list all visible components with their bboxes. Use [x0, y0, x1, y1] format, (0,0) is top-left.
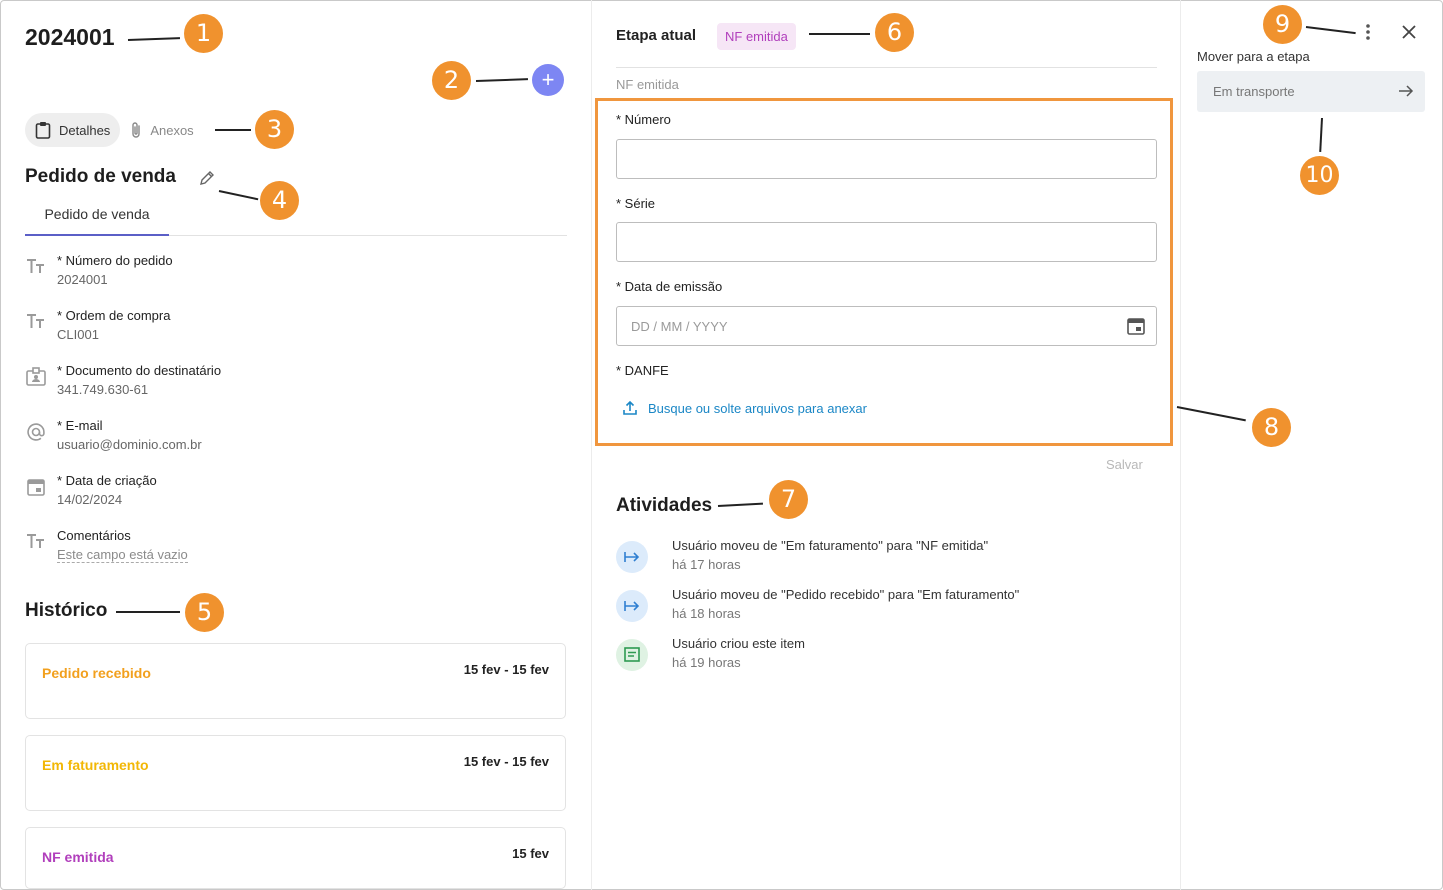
id-card-icon [26, 367, 46, 386]
annotation-badge: 7 [769, 480, 808, 519]
history-stage-name: NF emitida [42, 849, 114, 865]
field-label: * Data de criação [57, 473, 157, 488]
serie-label: * Série [616, 196, 656, 211]
field-documento-destinatario: * Documento do destinatário 341.749.630-… [25, 363, 565, 411]
at-sign-icon [27, 423, 45, 441]
activity-item: Usuário criou este item há 19 horas [616, 636, 1161, 676]
field-empty-value[interactable]: Este campo está vazio [57, 547, 188, 563]
history-stage-dates: 15 fev - 15 fev [463, 754, 549, 769]
field-value: 341.749.630-61 [57, 382, 149, 397]
numero-field[interactable] [616, 139, 1157, 179]
field-data-criacao: * Data de criação 14/02/2024 [25, 473, 565, 521]
field-label: * Documento do destinatário [57, 363, 222, 378]
annotation-badge: 10 [1300, 156, 1339, 195]
upload-text: Busque ou solte arquivos para anexar [648, 400, 867, 416]
upload-dropzone[interactable]: Busque ou solte arquivos para anexar [622, 400, 867, 416]
data-emissao-field[interactable]: DD / MM / YYYY [616, 306, 1157, 346]
detail-tabs: Detalhes Anexos [25, 113, 204, 147]
field-value: 2024001 [57, 272, 108, 287]
field-label: Comentários [57, 528, 131, 543]
clipboard-icon [35, 121, 51, 139]
activity-time: há 19 horas [672, 655, 741, 670]
calendar-icon [27, 479, 45, 496]
history-stage-name: Pedido recebido [42, 665, 151, 681]
tab-anexos-label: Anexos [150, 122, 194, 138]
add-button[interactable]: + [532, 64, 564, 96]
move-arrow-icon [616, 590, 648, 622]
annotation-badge: 1 [184, 14, 223, 53]
history-card[interactable]: Em faturamento 15 fev - 15 fev [25, 735, 566, 811]
annotation-badge: 3 [255, 110, 294, 149]
history-stage-name: Em faturamento [42, 757, 149, 773]
pencil-icon[interactable] [198, 169, 216, 187]
field-comentarios[interactable]: Comentários Este campo está vazio [25, 528, 565, 576]
text-type-icon [27, 314, 44, 328]
annotation-pointer [215, 129, 251, 131]
annotation-badge: 4 [260, 181, 299, 220]
annotation-badge: 2 [432, 61, 471, 100]
text-type-icon [27, 534, 44, 548]
annotation-pointer [809, 33, 870, 35]
tab-anexos[interactable]: Anexos [126, 113, 203, 147]
data-emissao-label: * Data de emissão [616, 279, 723, 294]
annotation-pointer [116, 611, 180, 613]
field-ordem-compra: * Ordem de compra CLI001 [25, 308, 565, 356]
activities-title: Atividades [616, 495, 713, 516]
move-panel [1180, 0, 1443, 890]
stage-panel: Etapa atual NF emitida NF emitida * Núme… [591, 0, 1181, 890]
activity-text: Usuário moveu de "Em faturamento" para "… [672, 538, 989, 553]
history-stage-dates: 15 fev [512, 846, 549, 861]
more-vertical-icon[interactable] [1359, 22, 1377, 42]
subtab-pedido-de-venda[interactable]: Pedido de venda [25, 198, 169, 236]
field-email: * E-mail usuario@dominio.com.br [25, 418, 565, 466]
history-stage-dates: 15 fev - 15 fev [463, 662, 549, 677]
note-icon [616, 639, 648, 671]
section-title: Pedido de venda [25, 166, 176, 187]
activity-item: Usuário moveu de "Pedido recebido" para … [616, 587, 1161, 627]
activity-text: Usuário moveu de "Pedido recebido" para … [672, 587, 1020, 602]
text-type-icon [27, 259, 44, 273]
field-label: * Número do pedido [57, 253, 173, 268]
danfe-label: * DANFE [616, 363, 669, 378]
field-value: 14/02/2024 [57, 492, 123, 507]
move-stage-select[interactable]: Em transporte [1197, 71, 1425, 112]
activity-item: Usuário moveu de "Em faturamento" para "… [616, 538, 1161, 578]
tab-detalhes[interactable]: Detalhes [25, 113, 121, 147]
annotation-badge: 6 [875, 13, 914, 52]
numero-label: * Número [616, 112, 671, 127]
annotation-badge: 9 [1263, 5, 1302, 44]
move-stage-value: Em transporte [1213, 84, 1295, 99]
field-numero-pedido: * Número do pedido 2024001 [25, 253, 565, 301]
serie-field[interactable] [616, 222, 1157, 262]
activity-time: há 18 horas [672, 606, 741, 621]
current-stage-label: Etapa atual [616, 27, 697, 44]
upload-icon [623, 400, 637, 415]
activity-text: Usuário criou este item [672, 636, 805, 651]
field-value: CLI001 [57, 327, 99, 342]
divider [616, 67, 1157, 68]
close-icon[interactable] [1399, 22, 1419, 42]
paperclip-icon [130, 121, 142, 139]
history-card[interactable]: Pedido recebido 15 fev - 15 fev [25, 643, 566, 719]
date-placeholder: DD / MM / YYYY [631, 319, 728, 334]
item-id-title: 2024001 [25, 24, 115, 50]
annotation-badge: 5 [185, 593, 224, 632]
move-arrow-icon [616, 541, 648, 573]
field-label: * E-mail [57, 418, 103, 433]
field-value: usuario@dominio.com.br [57, 437, 202, 452]
history-title: Histórico [25, 600, 108, 621]
calendar-icon[interactable] [1126, 316, 1146, 336]
move-stage-label: Mover para a etapa [1197, 49, 1310, 64]
stage-subtitle: NF emitida [616, 77, 679, 92]
history-card[interactable]: NF emitida 15 fev [25, 827, 566, 889]
current-stage-badge: NF emitida [717, 23, 796, 50]
details-panel: 2024001 + Detalhes Anexos Pedido de vend… [0, 0, 591, 890]
arrow-right-icon[interactable] [1396, 81, 1416, 101]
save-button[interactable]: Salvar [1106, 457, 1143, 472]
annotation-badge: 8 [1252, 408, 1291, 447]
activity-time: há 17 horas [672, 557, 741, 572]
tab-detalhes-label: Detalhes [59, 122, 111, 138]
field-label: * Ordem de compra [57, 308, 171, 323]
